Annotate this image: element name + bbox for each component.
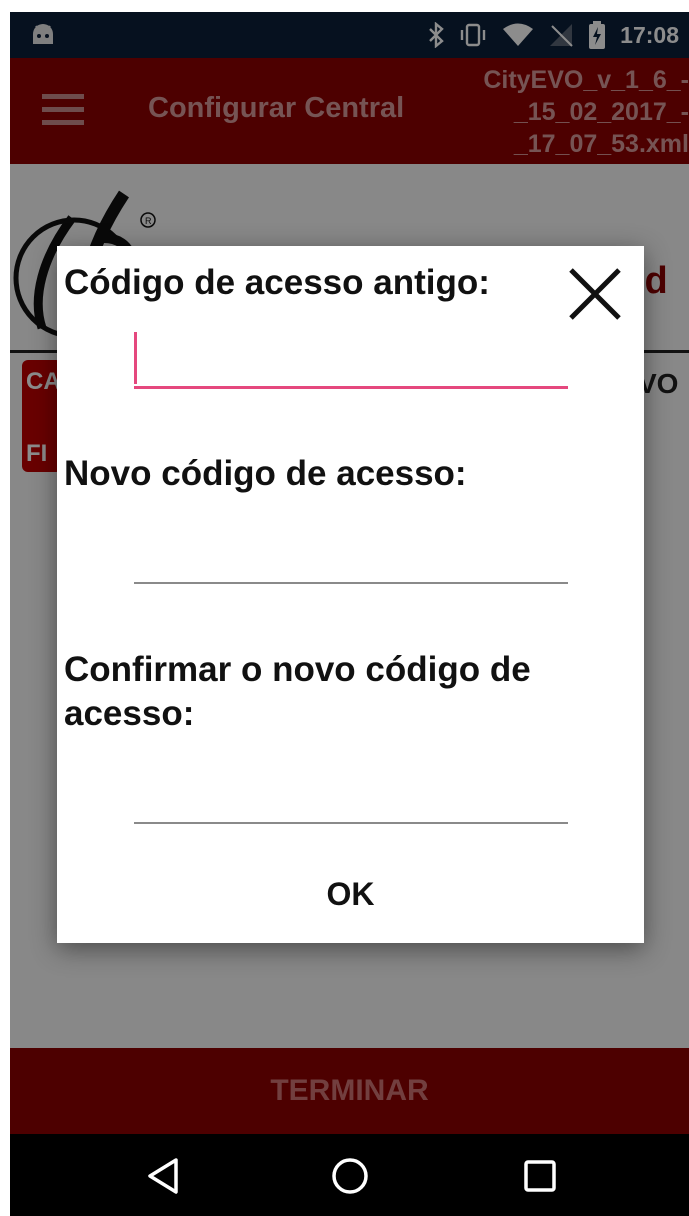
old-code-input[interactable] [134,346,568,389]
confirm-code-input[interactable] [134,782,568,824]
text-cursor [134,332,137,384]
ok-button[interactable]: OK [57,854,644,934]
home-icon[interactable] [328,1154,372,1198]
new-code-input[interactable] [134,542,568,584]
back-icon[interactable] [142,1154,186,1198]
recents-icon[interactable] [518,1154,562,1198]
confirm-code-label: Confirmar o novo código de acesso: [64,650,531,733]
navigation-bar [10,1134,689,1216]
old-code-label: Código de acesso antigo: [64,263,490,302]
new-code-label: Novo código de acesso: [64,454,467,493]
change-access-code-dialog: Código de acesso antigo: Novo código de … [57,246,644,943]
close-icon[interactable] [565,264,627,326]
